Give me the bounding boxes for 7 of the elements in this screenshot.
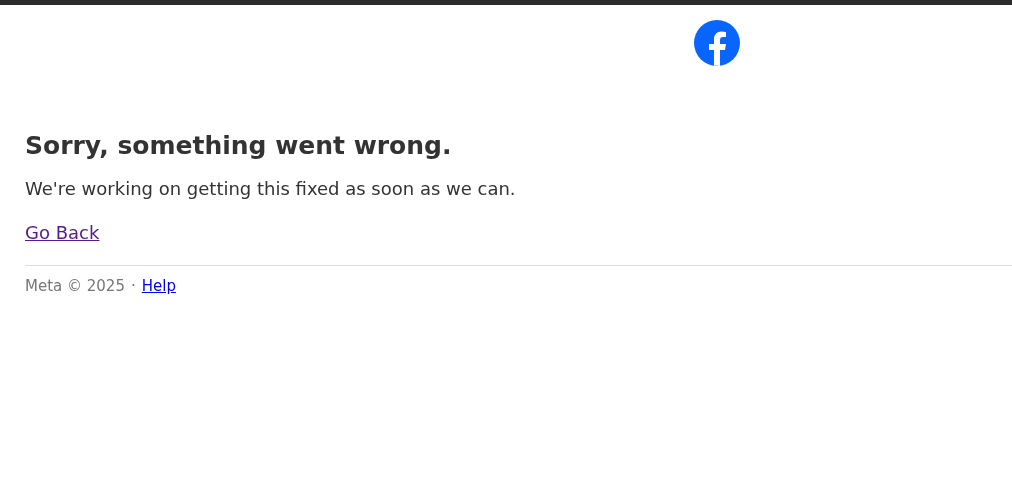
error-message: We're working on getting this fixed as soon as we can. (25, 177, 517, 201)
error-heading: Sorry, something went wrong. (25, 130, 453, 162)
help-link[interactable]: Help (141, 275, 176, 298)
copyright-text: Meta © 2025 (25, 276, 125, 297)
separator-dot: · (130, 276, 136, 297)
logo-icon (694, 20, 740, 66)
go-back-link[interactable]: Go Back (25, 222, 100, 243)
